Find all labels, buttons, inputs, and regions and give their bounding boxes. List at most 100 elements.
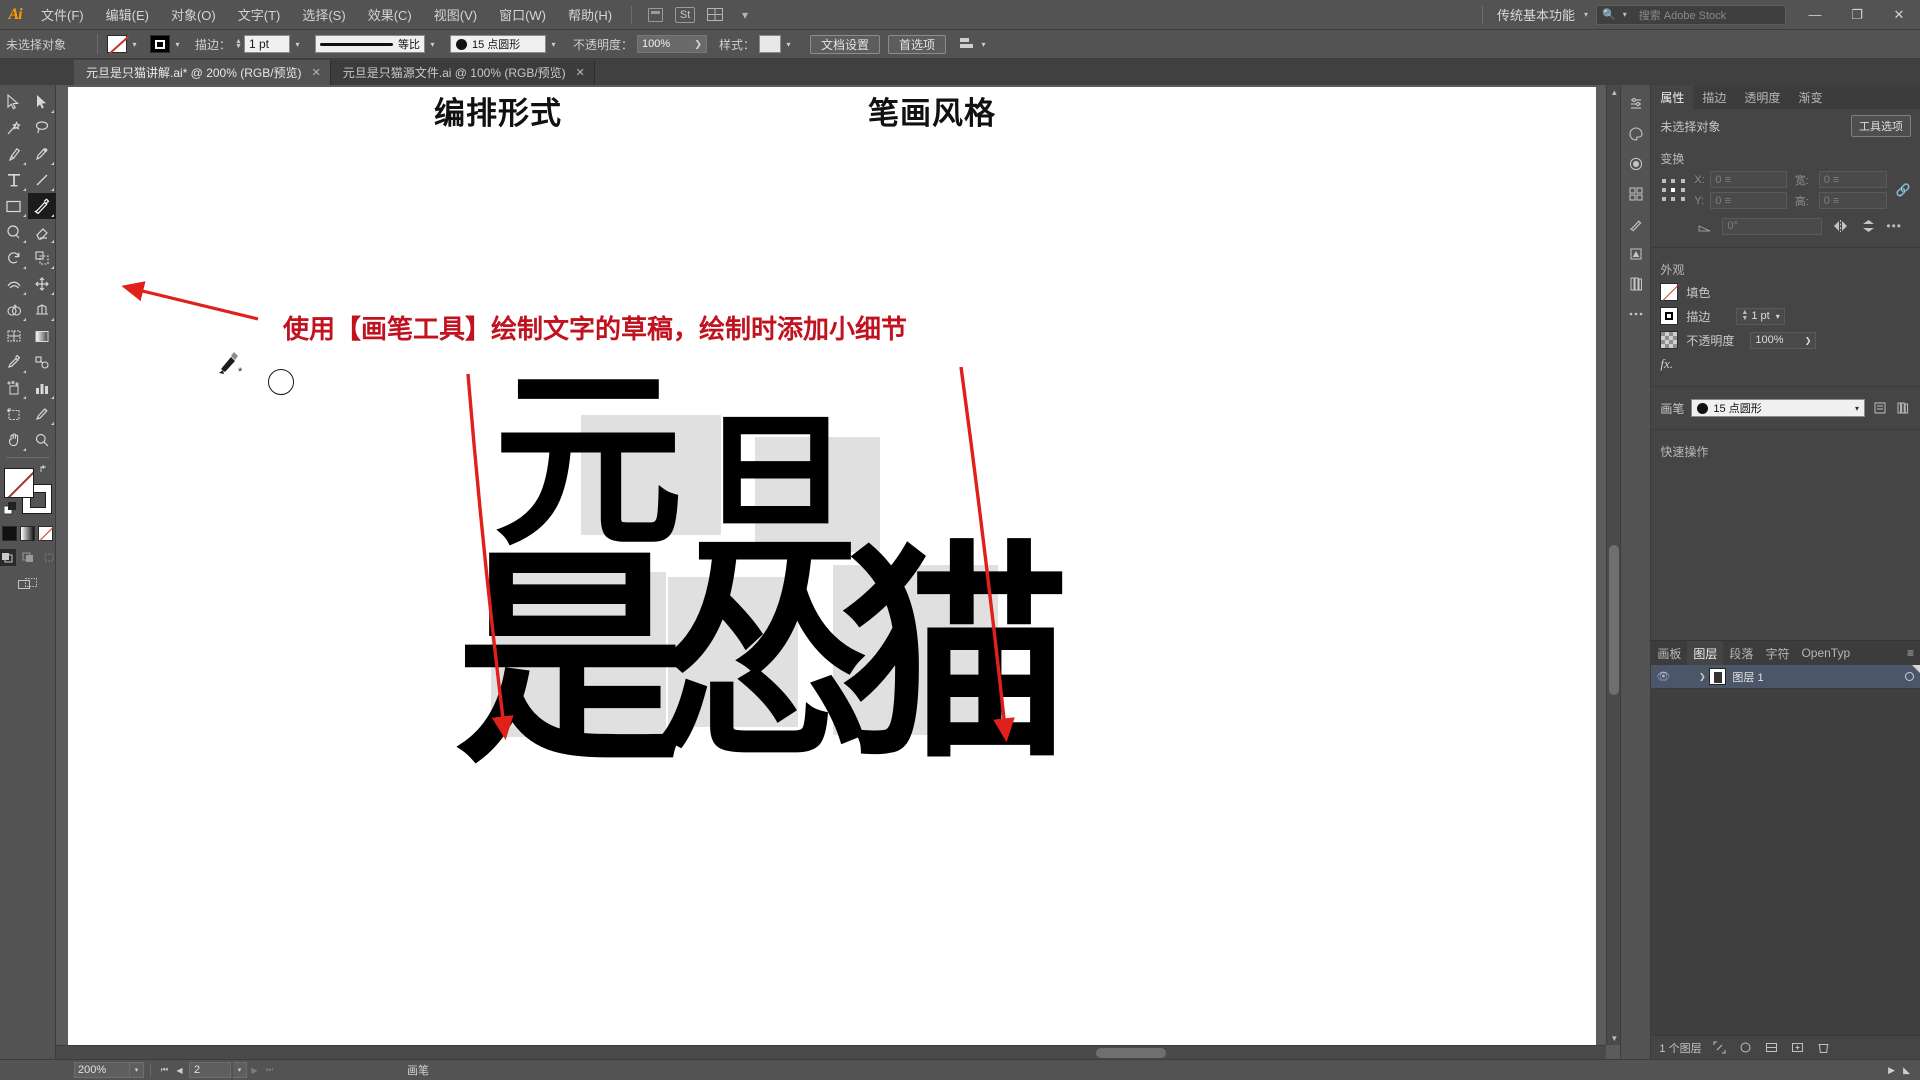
free-transform-tool[interactable] [28,271,56,297]
arrange-documents-icon[interactable] [702,4,728,26]
panel-menu-icon[interactable]: ≡ [1901,641,1920,665]
artboard-tool[interactable] [0,401,28,427]
transform-w[interactable]: 宽: 0 ≡ [1795,171,1887,188]
menu-object[interactable]: 对象(O) [160,0,227,30]
menu-window[interactable]: 窗口(W) [488,0,557,30]
flip-horizontal-icon[interactable] [1830,217,1850,235]
mesh-tool[interactable] [0,323,28,349]
menu-file[interactable]: 文件(F) [30,0,95,30]
paintbrush-tool[interactable] [27,193,56,219]
create-new-sublayer-icon[interactable] [1764,1040,1780,1056]
restore-button[interactable]: ❐ [1836,0,1878,30]
default-fill-stroke-icon[interactable] [3,502,18,516]
stroke-color-swatch[interactable] [150,35,170,53]
last-artboard-button[interactable]: ⏭ [262,1062,277,1078]
layer-row[interactable]: 👁 ❯ 图层 1 [1651,665,1920,689]
scale-tool[interactable] [28,245,56,271]
slice-tool[interactable] [28,401,56,427]
rotate-angle-input[interactable]: 0° [1722,217,1823,235]
stroke-profile-select[interactable]: 等比 [314,35,425,53]
status-play-icon[interactable]: ▶ [1888,1065,1895,1076]
status-resize-grip[interactable]: ◣ [1903,1065,1910,1076]
appearance-fill-row[interactable]: 填色 [1651,280,1920,304]
color-mode-color[interactable] [2,526,17,541]
color-mode-none[interactable] [38,526,53,541]
transform-more-options-icon[interactable]: ••• [1886,219,1911,233]
stroke-weight-input[interactable]: 1 pt [243,35,290,53]
eyedropper-tool[interactable] [0,349,28,375]
zoom-level-input[interactable]: 200% [74,1062,130,1078]
draw-behind-icon[interactable] [18,549,37,566]
previous-artboard-button[interactable]: ◀ [172,1062,187,1078]
adobe-stock-icon[interactable]: St [672,4,698,26]
tab-paragraph[interactable]: 段落 [1723,641,1759,665]
direct-selection-tool[interactable] [28,89,56,115]
rotate-tool[interactable] [0,245,28,271]
document-tab-2[interactable]: 元旦是只猫源文件.ai @ 100% (RGB/预览) ✕ [330,60,595,85]
library-icon[interactable] [642,4,668,26]
opacity-chevron-right-icon[interactable]: ❯ [1805,336,1812,345]
opacity-chevron-icon[interactable]: ❯ [694,39,702,50]
blend-tool[interactable] [28,349,56,375]
pen-tool[interactable] [0,141,28,167]
appearance-fill-swatch[interactable] [1660,283,1679,301]
color-rail-icon[interactable] [1623,121,1649,147]
stroke-weight-stepper[interactable]: ▲ ▼ [235,38,242,50]
lasso-tool[interactable] [28,115,56,141]
brush-libraries-icon[interactable] [1895,400,1911,416]
fill-color-swatch[interactable] [107,35,127,53]
eraser-tool[interactable] [28,219,56,245]
transform-y-input[interactable]: 0 ≡ [1710,192,1787,209]
stroke-weight-chevron-down-icon[interactable]: ▾ [290,35,305,53]
layer-target-circle-icon[interactable] [1905,672,1914,681]
menu-help[interactable]: 帮助(H) [557,0,623,30]
close-button[interactable]: ✕ [1878,0,1920,30]
canvas-area[interactable]: 编排形式 笔画风格 使用【画笔工具】绘制文字的草稿，绘制时添加小细节 * 元 旦… [56,85,1621,1059]
transform-x[interactable]: X: 0 ≡ [1694,171,1787,188]
style-chevron-down-icon[interactable]: ▾ [781,35,796,53]
brush-chevron-down-icon[interactable]: ▾ [1855,404,1859,413]
zoom-tool[interactable] [28,427,56,453]
curvature-tool[interactable] [28,141,56,167]
stroke-chevron-down-icon[interactable]: ▾ [170,35,185,53]
align-icon[interactable] [956,35,976,53]
shaper-tool[interactable] [0,219,28,245]
workspace-switcher[interactable]: 传统基本功能 [1491,5,1581,24]
tab-character[interactable]: 字符 [1759,641,1795,665]
artwork-group[interactable]: 元 旦 是 怂 猫 [455,367,1123,827]
tab-stroke[interactable]: 描边 [1693,85,1735,109]
appearance-stroke-swatch[interactable] [1660,307,1679,325]
draw-normal-icon[interactable] [0,549,16,566]
locate-object-icon[interactable] [1712,1040,1728,1056]
search-input[interactable]: 🔍 ▾ 搜索 Adobe Stock [1596,4,1786,25]
selection-tool[interactable] [0,89,28,115]
canvas-horizontal-scrollbar[interactable] [56,1045,1607,1059]
opacity-input[interactable]: 100% ❯ [636,35,707,53]
horizontal-scroll-thumb[interactable] [1096,1048,1166,1058]
vertical-scroll-thumb[interactable] [1609,545,1620,695]
document-tab-2-close-icon[interactable]: ✕ [576,66,585,79]
scroll-up-icon[interactable]: ▲ [1607,85,1620,99]
menu-type[interactable]: 文字(T) [227,0,292,30]
brush-definition-select[interactable]: 15 点圆形 [449,35,546,53]
tab-layers[interactable]: 图层 [1687,641,1724,665]
symbol-sprayer-tool[interactable] [0,375,28,401]
transform-y[interactable]: Y: 0 ≡ [1694,192,1787,209]
artboard-number-input[interactable]: 2 [189,1062,231,1078]
appearance-opacity-input[interactable]: 100% ❯ [1750,331,1817,349]
appearance-stroke-weight-input[interactable]: ▲ ▼ 1 pt ▾ [1736,307,1785,325]
layer-name[interactable]: 图层 1 [1732,669,1763,685]
artboard[interactable]: 编排形式 笔画风格 使用【画笔工具】绘制文字的草稿，绘制时添加小细节 * 元 旦… [68,87,1596,1047]
brushes-rail-icon[interactable] [1623,211,1649,237]
document-tab-1[interactable]: 元旦是只猫讲解.ai* @ 200% (RGB/预览) ✕ [74,60,331,85]
arrange-chevron-down-icon[interactable]: ▾ [732,4,758,26]
menu-edit[interactable]: 编辑(E) [95,0,160,30]
swatches-rail-icon[interactable] [1623,181,1649,207]
magic-wand-tool[interactable] [0,115,28,141]
document-setup-button[interactable]: 文档设置 [809,34,880,54]
appearance-opacity-swatch[interactable] [1660,331,1679,349]
tab-artboards[interactable]: 画板 [1651,641,1687,665]
transform-h-input[interactable]: 0 ≡ [1818,192,1887,209]
rectangle-tool[interactable] [0,193,28,219]
tab-transparency[interactable]: 透明度 [1735,85,1789,109]
